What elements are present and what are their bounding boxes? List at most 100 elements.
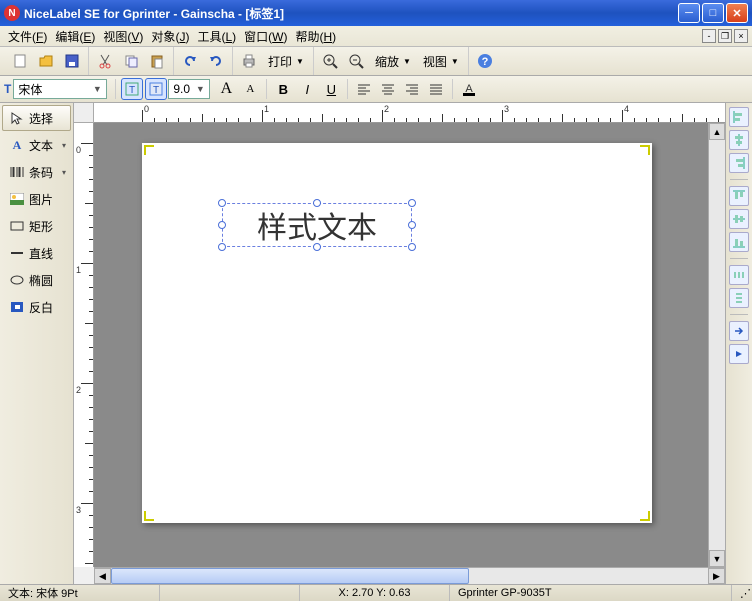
font-style-button-1[interactable]: T <box>121 78 143 100</box>
rectangle-icon <box>9 218 25 234</box>
tool-label: 图片 <box>29 191 53 208</box>
tool-label: 矩形 <box>29 218 53 235</box>
bold-button[interactable]: B <box>272 78 294 100</box>
resize-grip-icon[interactable]: ⋰ <box>732 585 752 601</box>
vertical-ruler[interactable]: 0123 <box>74 123 94 567</box>
help-button[interactable]: ? <box>473 49 497 73</box>
font-size-combo[interactable]: 9.0 ▼ <box>168 79 210 99</box>
dock-collapse-button[interactable] <box>729 344 749 364</box>
tool-rect[interactable]: 矩形 <box>2 213 71 239</box>
scroll-up-button[interactable]: ▲ <box>709 123 725 140</box>
zoom-in-button[interactable] <box>318 49 342 73</box>
undo-button[interactable] <box>178 49 202 73</box>
align-right-button[interactable] <box>729 153 749 173</box>
tool-select[interactable]: 选择 <box>2 105 71 131</box>
menu-file[interactable]: 文件(F) <box>4 26 51 47</box>
resize-handle[interactable] <box>218 199 226 207</box>
resize-handle[interactable] <box>313 199 321 207</box>
resize-handle[interactable] <box>218 221 226 229</box>
tool-label: 文本 <box>29 137 53 154</box>
tool-ellipse[interactable]: 椭圆 <box>2 267 71 293</box>
zoom-dropdown[interactable]: 缩放▼ <box>370 49 416 73</box>
resize-handle[interactable] <box>313 243 321 251</box>
mdi-minimize-button[interactable]: - <box>702 29 716 43</box>
print-icon-button[interactable] <box>237 49 261 73</box>
window-maximize-button[interactable]: □ <box>702 3 724 23</box>
window-title: NiceLabel SE for Gprinter - Gainscha - [… <box>24 5 676 22</box>
view-dropdown[interactable]: 视图▼ <box>418 49 464 73</box>
font-color-button[interactable]: A <box>458 78 480 100</box>
window-minimize-button[interactable]: ─ <box>678 3 700 23</box>
resize-handle[interactable] <box>408 221 416 229</box>
menu-object[interactable]: 对象(J) <box>147 26 193 47</box>
scroll-left-button[interactable]: ◀ <box>94 568 111 584</box>
copy-button[interactable] <box>119 49 143 73</box>
page-corner-icon <box>640 511 650 521</box>
title-bar: N NiceLabel SE for Gprinter - Gainscha -… <box>0 0 752 26</box>
menu-help[interactable]: 帮助(H) <box>291 26 340 47</box>
tool-line[interactable]: 直线 <box>2 240 71 266</box>
redo-button[interactable] <box>204 49 228 73</box>
save-button[interactable] <box>60 49 84 73</box>
menu-bar: 文件(F) 编辑(E) 视图(V) 对象(J) 工具(L) 窗口(W) 帮助(H… <box>0 26 752 47</box>
menu-edit[interactable]: 编辑(E) <box>51 26 99 47</box>
vertical-scrollbar[interactable]: ▲ ▼ <box>708 123 725 567</box>
status-object: 文本: 宋体 9Pt <box>0 585 160 601</box>
tool-barcode[interactable]: 条码 ▾ <box>2 159 71 185</box>
status-empty-1 <box>160 585 300 601</box>
open-button[interactable] <box>34 49 58 73</box>
tool-image[interactable]: 图片 <box>2 186 71 212</box>
tool-inverse[interactable]: 反白 <box>2 294 71 320</box>
menu-view[interactable]: 视图(V) <box>99 26 147 47</box>
align-right-button[interactable] <box>401 78 423 100</box>
decrease-font-button[interactable]: A <box>239 78 261 100</box>
new-button[interactable] <box>8 49 32 73</box>
align-justify-button[interactable] <box>425 78 447 100</box>
print-dropdown[interactable]: 打印▼ <box>263 49 309 73</box>
canvas-viewport[interactable]: 样式文本 <box>94 123 708 567</box>
menu-window[interactable]: 窗口(W) <box>240 26 291 47</box>
cut-button[interactable] <box>93 49 117 73</box>
align-left-button[interactable] <box>729 107 749 127</box>
increase-font-button[interactable]: A <box>215 78 237 100</box>
status-coords: X: 2.70 Y: 0.63 <box>300 585 450 601</box>
distribute-v-button[interactable] <box>729 288 749 308</box>
horizontal-scrollbar[interactable]: ◀ ▶ <box>94 567 725 584</box>
distribute-h-button[interactable] <box>729 265 749 285</box>
align-top-button[interactable] <box>729 186 749 206</box>
status-printer: Gprinter GP-9035T <box>450 585 732 601</box>
tool-text[interactable]: A 文本 ▾ <box>2 132 71 158</box>
underline-button[interactable]: U <box>320 78 342 100</box>
mdi-close-button[interactable]: × <box>734 29 748 43</box>
main-toolbar: 打印▼ 缩放▼ 视图▼ ? <box>0 47 752 76</box>
align-bottom-button[interactable] <box>729 232 749 252</box>
scroll-down-button[interactable]: ▼ <box>709 550 725 567</box>
font-name-combo[interactable]: 宋体 ▼ <box>13 79 107 99</box>
zoom-out-button[interactable] <box>344 49 368 73</box>
align-left-button[interactable] <box>353 78 375 100</box>
font-size-value: 9.0 <box>173 82 193 96</box>
resize-handle[interactable] <box>408 199 416 207</box>
svg-text:T: T <box>129 85 135 96</box>
scrollbar-thumb[interactable] <box>111 568 469 584</box>
tool-label: 直线 <box>29 245 53 262</box>
scroll-right-button[interactable]: ▶ <box>708 568 725 584</box>
text-object-selected[interactable]: 样式文本 <box>222 203 412 247</box>
resize-handle[interactable] <box>218 243 226 251</box>
window-close-button[interactable]: ✕ <box>726 3 748 23</box>
italic-button[interactable]: I <box>296 78 318 100</box>
app-icon: N <box>4 5 20 21</box>
font-style-button-2[interactable]: T <box>145 78 167 100</box>
menu-tools[interactable]: 工具(L) <box>193 26 240 47</box>
align-middle-v-button[interactable] <box>729 209 749 229</box>
align-center-h-button[interactable] <box>729 130 749 150</box>
horizontal-ruler[interactable]: 01234 <box>94 103 725 123</box>
resize-handle[interactable] <box>408 243 416 251</box>
align-center-button[interactable] <box>377 78 399 100</box>
dock-arrow-button[interactable] <box>729 321 749 341</box>
text-object-content: 样式文本 <box>257 203 377 247</box>
label-page[interactable]: 样式文本 <box>142 143 652 523</box>
mdi-restore-button[interactable]: ❐ <box>718 29 732 43</box>
chevron-down-icon: ▾ <box>62 141 66 150</box>
paste-button[interactable] <box>145 49 169 73</box>
